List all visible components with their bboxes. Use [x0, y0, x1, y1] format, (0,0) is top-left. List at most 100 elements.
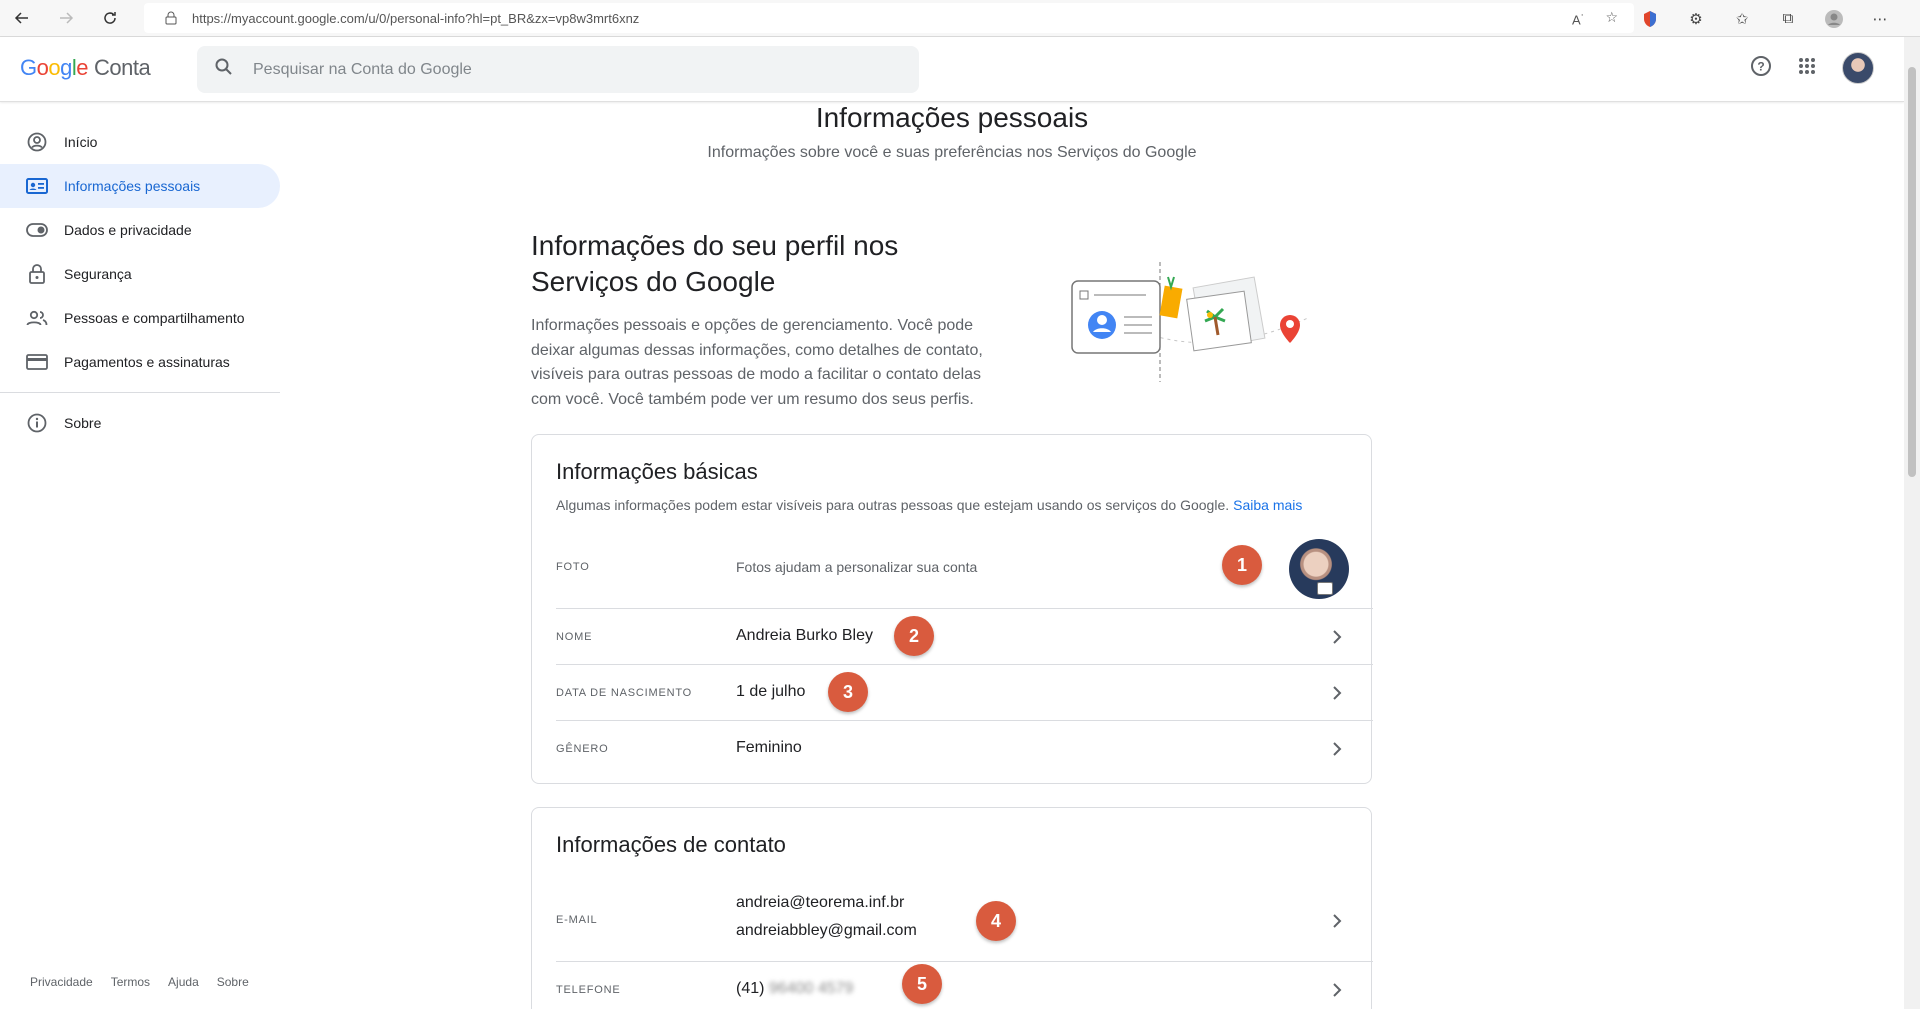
main-content: Informações pessoais Informações sobre v…: [0, 102, 1904, 1009]
photo-label: FOTO: [556, 561, 590, 573]
sidebar-item-label: Segurança: [64, 266, 132, 282]
sidebar-footer: Privacidade Termos Ajuda Sobre: [30, 975, 249, 989]
sidebar-item-security[interactable]: Segurança: [0, 252, 280, 296]
chevron-right-icon[interactable]: [1331, 913, 1343, 929]
sidebar-item-home[interactable]: Início: [0, 120, 280, 164]
help-icon[interactable]: ?: [1750, 55, 1772, 82]
gender-value: Feminino: [736, 739, 802, 756]
profile-section-description: Informações pessoais e opções de gerenci…: [531, 317, 983, 408]
more-menu-icon[interactable]: ⋯: [1870, 9, 1890, 29]
shield-extension-icon[interactable]: [1640, 9, 1660, 29]
search-input[interactable]: Pesquisar na Conta do Google: [197, 46, 919, 93]
sidebar-item-label: Início: [64, 134, 98, 150]
back-icon[interactable]: [0, 0, 44, 37]
extensions-icon[interactable]: ⚙: [1686, 9, 1706, 29]
phone-label: TELEFONE: [556, 984, 621, 996]
url-text: https://myaccount.google.com/u/0/persona…: [192, 10, 640, 26]
camera-icon[interactable]: [1317, 582, 1333, 595]
callout-badge-4: 4: [976, 901, 1016, 941]
sidebar-item-label: Dados e privacidade: [64, 222, 192, 238]
sidebar-divider: [0, 392, 280, 393]
refresh-icon[interactable]: [88, 0, 132, 37]
birthday-value: 1 de julho: [736, 683, 806, 700]
favorites-icon[interactable]: ✩: [1732, 9, 1752, 29]
add-favorite-icon[interactable]: ☆: [1605, 9, 1618, 26]
basic-info-desc-text: Algumas informações podem estar visíveis…: [556, 497, 1230, 513]
lock-icon[interactable]: [164, 11, 178, 25]
phone-prefix: (41): [736, 980, 765, 997]
credit-card-icon: [26, 351, 48, 373]
profile-icon[interactable]: [1824, 9, 1844, 29]
sidebar-item-label: Pagamentos e assinaturas: [64, 354, 230, 370]
chevron-right-icon[interactable]: [1331, 741, 1343, 757]
logo-suffix: Conta: [94, 55, 151, 80]
footer-link-help[interactable]: Ajuda: [168, 975, 199, 989]
footer-link-terms[interactable]: Termos: [111, 975, 150, 989]
email-row[interactable]: E-MAIL andreia@teorema.inf.br andreiabbl…: [556, 880, 1373, 962]
people-icon: [26, 307, 48, 329]
contact-info-card: Informações de contato E-MAIL andreia@te…: [531, 807, 1373, 1009]
svg-text:?: ?: [1757, 59, 1764, 73]
email-value-1: andreia@teorema.inf.br: [736, 894, 905, 911]
account-avatar[interactable]: [1842, 52, 1874, 84]
page-title: Informações pessoais: [815, 102, 1089, 133]
name-row[interactable]: NOME Andreia Burko Bley 2: [556, 609, 1373, 665]
footer-link-privacy[interactable]: Privacidade: [30, 975, 93, 989]
chevron-right-icon[interactable]: [1331, 685, 1343, 701]
apps-grid-icon[interactable]: [1798, 57, 1816, 80]
birthday-row[interactable]: DATA DE NASCIMENTO 1 de julho 3: [556, 665, 1373, 721]
sidebar-item-label: Pessoas e compartilhamento: [64, 310, 245, 326]
account-circle-icon: [26, 131, 48, 153]
gender-row[interactable]: GÊNERO Feminino: [556, 721, 1373, 777]
learn-more-link[interactable]: Saiba mais: [1233, 497, 1302, 513]
name-value: Andreia Burko Bley: [736, 627, 873, 644]
sidebar-nav: Início Informações pessoais Dados e priv…: [0, 120, 280, 445]
google-account-logo[interactable]: Google Conta: [20, 55, 151, 81]
birthday-label: DATA DE NASCIMENTO: [556, 687, 693, 699]
basic-info-card: Informações básicas Algumas informações …: [531, 434, 1373, 784]
phone-row[interactable]: TELEFONE (41) 96400 4579 5: [556, 962, 1373, 1009]
search-icon[interactable]: [215, 58, 233, 81]
callout-badge-2: 2: [894, 616, 934, 656]
sidebar-item-personal-info[interactable]: Informações pessoais: [0, 164, 280, 208]
sidebar-item-payments[interactable]: Pagamentos e assinaturas: [0, 340, 280, 384]
browser-toolbar: https://myaccount.google.com/u/0/persona…: [0, 0, 1920, 37]
search-placeholder: Pesquisar na Conta do Google: [253, 60, 472, 78]
address-bar[interactable]: https://myaccount.google.com/u/0/persona…: [144, 3, 1634, 33]
account-header: Google Conta Pesquisar na Conta do Googl…: [0, 37, 1904, 102]
profile-illustration: [1071, 262, 1311, 382]
callout-badge-3: 3: [828, 672, 868, 712]
toggle-icon: [26, 219, 48, 241]
photo-row[interactable]: FOTO Fotos ajudam a personalizar sua con…: [556, 527, 1373, 609]
basic-info-title: Informações básicas: [556, 459, 758, 484]
sidebar-item-data-privacy[interactable]: Dados e privacidade: [0, 208, 280, 252]
sidebar-item-about[interactable]: Sobre: [0, 401, 280, 445]
gender-label: GÊNERO: [556, 743, 609, 755]
callout-badge-5: 5: [902, 964, 942, 1004]
sidebar-item-label: Informações pessoais: [64, 178, 201, 194]
email-label: E-MAIL: [556, 914, 598, 926]
photo-hint: Fotos ajudam a personalizar sua conta: [736, 559, 978, 575]
profile-section-title: Informações do seu perfil nos Serviços d…: [531, 230, 899, 297]
chevron-right-icon[interactable]: [1331, 629, 1343, 645]
lock-icon: [26, 263, 48, 285]
collections-icon[interactable]: ⧉: [1778, 9, 1798, 29]
forward-icon[interactable]: [44, 0, 88, 37]
sidebar-item-label: Sobre: [64, 415, 102, 431]
footer-link-about[interactable]: Sobre: [217, 975, 249, 989]
info-icon: [26, 412, 48, 434]
page-subtitle: Informações sobre você e suas preferênci…: [707, 144, 1197, 161]
scrollbar-thumb[interactable]: [1908, 67, 1916, 477]
read-aloud-icon[interactable]: Aᐧ: [1572, 9, 1583, 27]
chevron-right-icon[interactable]: [1331, 982, 1343, 998]
sidebar-item-people-sharing[interactable]: Pessoas e compartilhamento: [0, 296, 280, 340]
basic-info-description: Algumas informações podem estar visíveis…: [556, 497, 1302, 513]
callout-badge-1: 1: [1222, 545, 1262, 585]
phone-value: (41) 96400 4579: [736, 980, 853, 998]
name-label: NOME: [556, 631, 593, 643]
phone-number-blurred: 96400 4579: [768, 980, 854, 997]
page-scrollbar[interactable]: [1904, 37, 1920, 1009]
contact-info-title: Informações de contato: [556, 832, 786, 857]
profile-photo[interactable]: [1289, 539, 1349, 599]
id-card-icon: [26, 175, 48, 197]
